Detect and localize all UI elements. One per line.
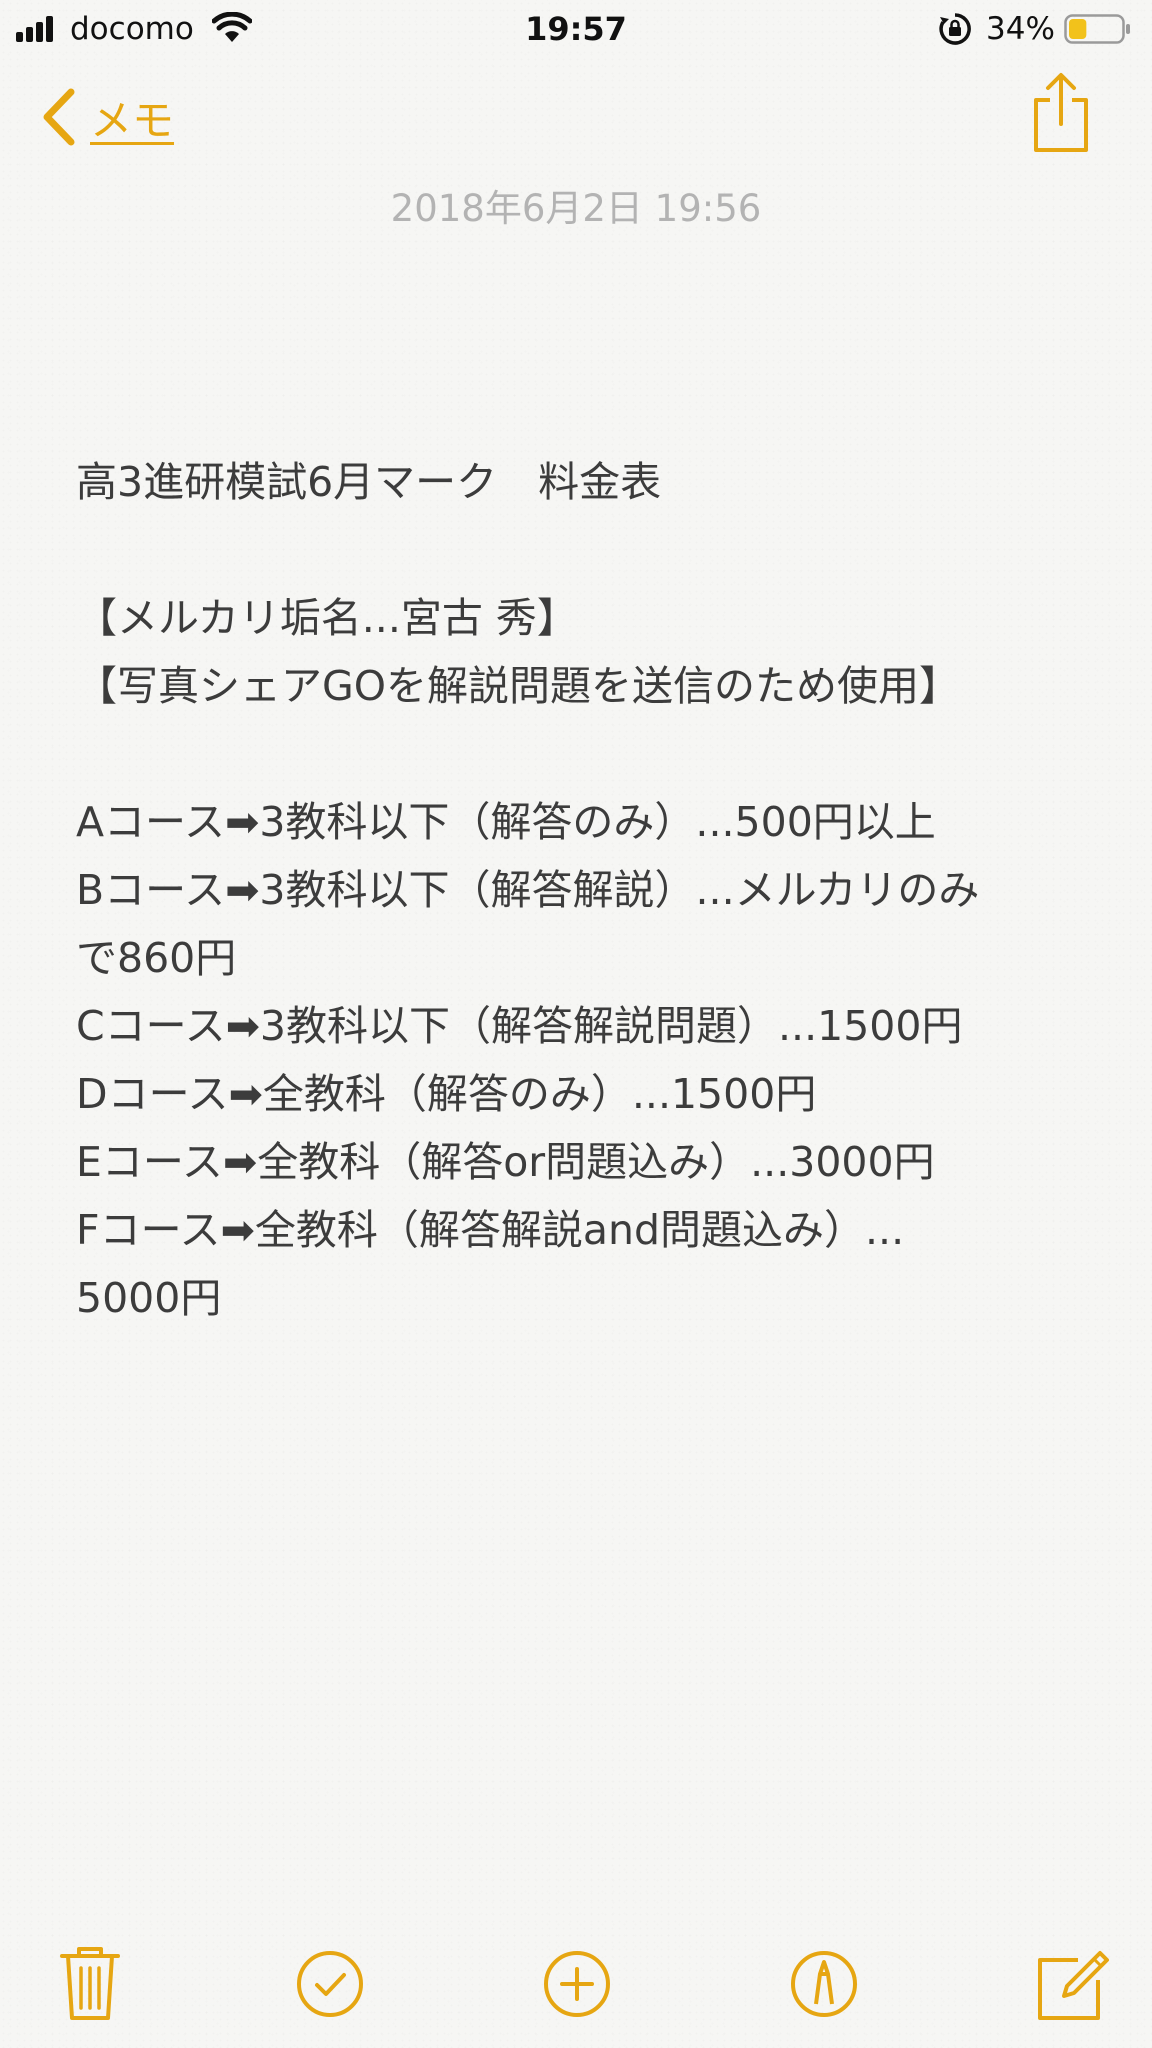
note-line: Eコース➡全教科（解答or問題込み）...3000円 bbox=[76, 1138, 935, 1186]
note-line: 5000円 bbox=[76, 1274, 222, 1322]
note-line: 【メルカリ垢名...宮古 秀】 bbox=[76, 594, 578, 642]
checklist-icon[interactable] bbox=[288, 1940, 372, 2024]
trash-icon[interactable] bbox=[48, 1940, 132, 2024]
rotation-lock-icon bbox=[939, 13, 971, 45]
battery-icon bbox=[1064, 14, 1130, 44]
back-label: メモ bbox=[90, 95, 175, 145]
battery-level-fill bbox=[1069, 19, 1087, 39]
share-icon[interactable] bbox=[1028, 70, 1094, 156]
chevron-left-icon bbox=[43, 88, 75, 146]
note-line: Cコース➡3教科以下（解答解説問題）...1500円 bbox=[76, 1002, 963, 1050]
note-line: Bコース➡3教科以下（解答解説）...メルカリのみ bbox=[76, 866, 980, 914]
back-button[interactable]: メモ bbox=[38, 82, 174, 152]
note-line: で860円 bbox=[76, 934, 237, 982]
markup-icon[interactable] bbox=[782, 1940, 866, 2024]
note-line: Fコース➡全教科（解答解説and問題込み）... bbox=[76, 1206, 905, 1254]
battery-percent: 34% bbox=[986, 11, 1055, 47]
bottom-toolbar bbox=[0, 1940, 1152, 2030]
note-line: Aコース➡3教科以下（解答のみ）...500円以上 bbox=[76, 798, 936, 846]
status-bar: docomo 19:57 34% bbox=[0, 0, 1152, 58]
note-body[interactable]: 高3進研模試6月マーク 料金表 【メルカリ垢名...宮古 秀】 【写真シェアGO… bbox=[76, 448, 1086, 1332]
add-icon[interactable] bbox=[535, 1940, 619, 2024]
compose-icon[interactable] bbox=[1030, 1940, 1114, 2024]
note-title: 高3進研模試6月マーク 料金表 bbox=[76, 458, 662, 506]
status-time: 19:57 bbox=[525, 10, 627, 48]
note-line: 【写真シェアGOを解説問題を送信のため使用】 bbox=[76, 662, 961, 710]
note-date: 2018年6月2日 19:56 bbox=[390, 187, 762, 230]
note-line bbox=[76, 720, 1086, 788]
note-line: Dコース➡全教科（解答のみ）...1500円 bbox=[76, 1070, 817, 1118]
note-line bbox=[76, 516, 1086, 584]
